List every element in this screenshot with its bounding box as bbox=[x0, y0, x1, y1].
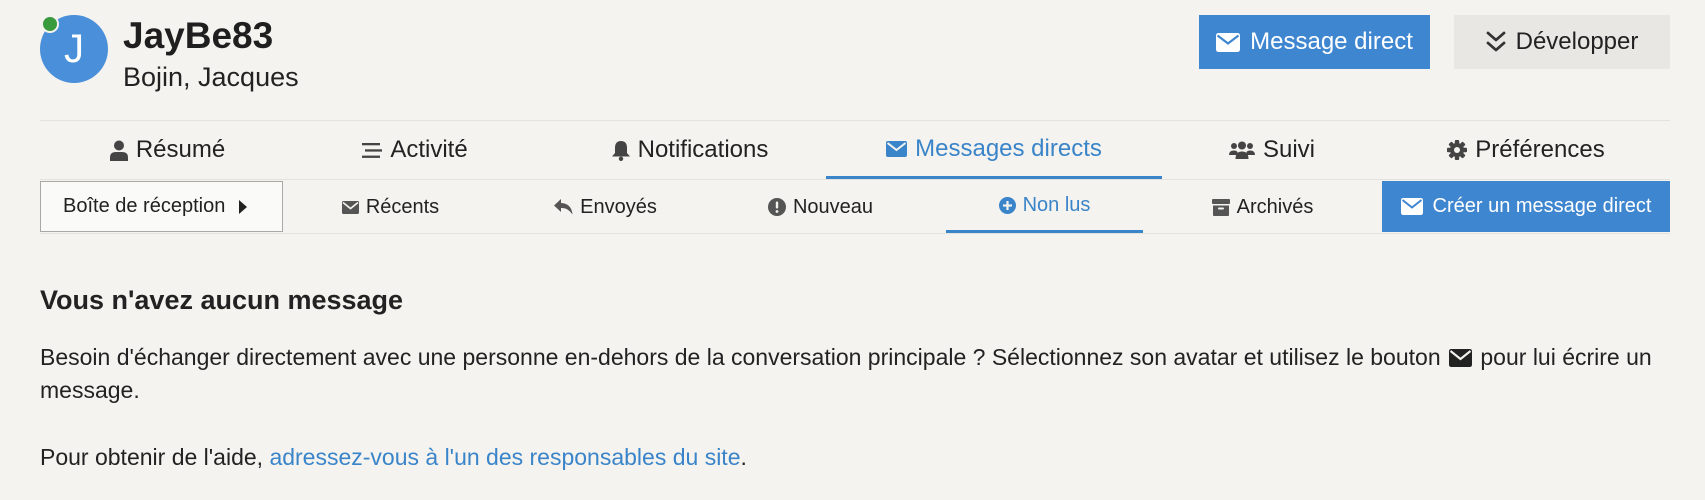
expand-button[interactable]: Développer bbox=[1454, 15, 1670, 69]
filter-label: Archivés bbox=[1236, 195, 1314, 218]
help-suffix: . bbox=[740, 444, 747, 470]
tab-notifications[interactable]: Notifications bbox=[555, 121, 825, 179]
filter-label: Récents bbox=[365, 195, 440, 218]
user-messages-page: J JayBe83 Bojin, Jacques Message direct … bbox=[40, 0, 1670, 500]
user-profile-header: J JayBe83 Bojin, Jacques Message direct … bbox=[40, 0, 1670, 121]
tab-follow[interactable]: Suivi bbox=[1162, 121, 1382, 179]
expand-label: Développer bbox=[1515, 28, 1639, 55]
tab-label: Suivi bbox=[1262, 136, 1316, 163]
filter-label: Non lus bbox=[1022, 194, 1091, 216]
empty-state-text-part1: Besoin d'échanger directement avec une p… bbox=[40, 344, 1441, 370]
envelope-icon bbox=[1449, 349, 1472, 367]
filter-new[interactable]: Nouveau bbox=[713, 181, 928, 233]
stream-icon bbox=[362, 142, 383, 158]
envelope-icon bbox=[1400, 198, 1423, 215]
full-name: Bojin, Jacques bbox=[123, 62, 299, 92]
filter-recent[interactable]: Récents bbox=[283, 181, 498, 233]
filter-unread[interactable]: Non lus bbox=[946, 181, 1143, 233]
filter-sent[interactable]: Envoyés bbox=[498, 181, 713, 233]
contact-staff-link[interactable]: adressez-vous à l'un des responsables du… bbox=[269, 444, 740, 470]
reply-icon bbox=[554, 199, 573, 215]
tab-label: Messages directs bbox=[915, 134, 1102, 162]
users-icon bbox=[1228, 141, 1255, 159]
empty-state-title: Vous n'avez aucun message bbox=[40, 285, 404, 315]
plus-circle-icon bbox=[998, 197, 1016, 214]
compose-label: Créer un message direct bbox=[1432, 195, 1652, 217]
envelope-icon bbox=[1216, 32, 1241, 52]
mailbox-selector-label: Boîte de réception bbox=[63, 195, 226, 217]
presence-indicator bbox=[41, 15, 59, 33]
tab-label: Activité bbox=[390, 136, 468, 163]
filter-archived[interactable]: Archivés bbox=[1143, 181, 1382, 233]
direct-message-label: Message direct bbox=[1250, 28, 1413, 55]
mailbox-selector[interactable]: Boîte de réception bbox=[40, 181, 283, 232]
tab-summary[interactable]: Résumé bbox=[60, 121, 275, 179]
filter-label: Nouveau bbox=[792, 195, 874, 218]
direct-message-button[interactable]: Message direct bbox=[1199, 15, 1430, 69]
compose-message-button[interactable]: Créer un message direct bbox=[1382, 181, 1670, 232]
help-text: Pour obtenir de l'aide, adressez-vous à … bbox=[40, 441, 747, 473]
profile-tabs: Résumé Activité Notifications Messages d… bbox=[40, 121, 1670, 180]
user-icon bbox=[109, 140, 128, 161]
help-prefix: Pour obtenir de l'aide, bbox=[40, 444, 270, 470]
username: JayBe83 bbox=[123, 15, 274, 56]
exclamation-circle-icon bbox=[767, 198, 786, 216]
caret-right-icon bbox=[239, 199, 248, 214]
empty-state-text: Besoin d'échanger directement avec une p… bbox=[40, 341, 1670, 407]
filter-label: Envoyés bbox=[580, 195, 657, 218]
messages-nav: Boîte de réception Récents Envoyés Nouve… bbox=[40, 181, 1670, 234]
envelope-icon bbox=[341, 200, 359, 214]
double-chevron-down-icon bbox=[1486, 31, 1506, 52]
archive-icon bbox=[1211, 198, 1230, 216]
bell-icon bbox=[611, 140, 630, 161]
tab-direct-messages[interactable]: Messages directs bbox=[826, 121, 1162, 179]
gear-icon bbox=[1447, 140, 1468, 160]
tab-activity[interactable]: Activité bbox=[275, 121, 555, 179]
tab-label: Résumé bbox=[135, 136, 226, 163]
tab-label: Préférences bbox=[1475, 136, 1605, 163]
avatar[interactable]: J bbox=[40, 15, 108, 83]
tab-preferences[interactable]: Préférences bbox=[1382, 121, 1670, 179]
envelope-icon bbox=[886, 140, 908, 157]
tab-label: Notifications bbox=[637, 136, 769, 163]
